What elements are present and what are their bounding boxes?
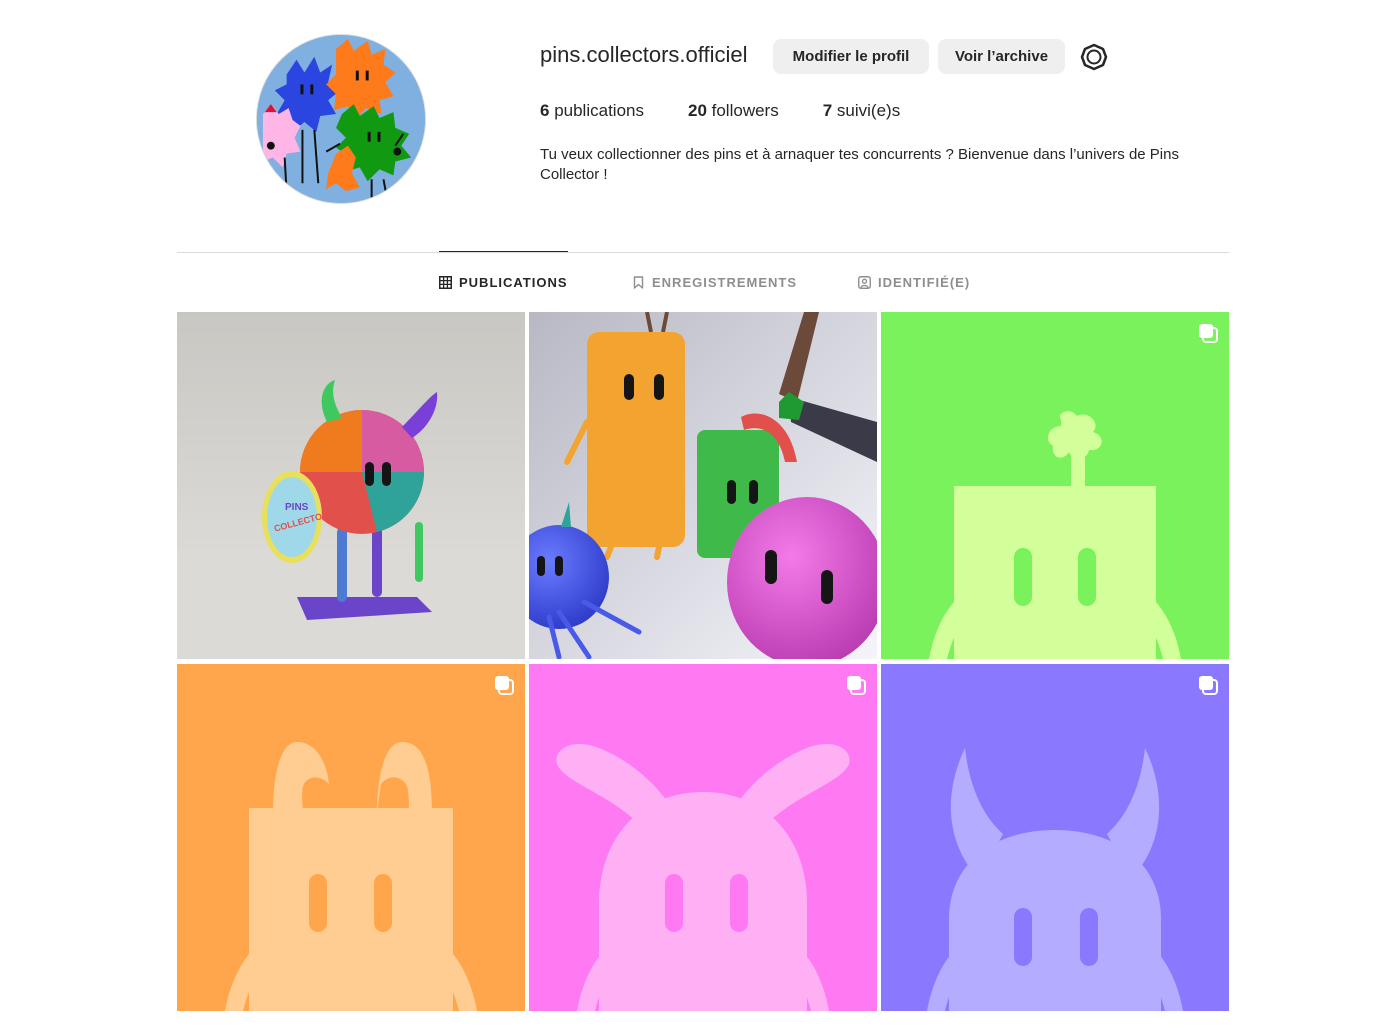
tab-label: IDENTIFIÉ(E) [878, 274, 971, 290]
posts-label: publications [549, 101, 644, 120]
post-3[interactable] [881, 312, 1229, 659]
followers-count: 20 [687, 101, 707, 120]
purple-character-silhouette [881, 664, 1229, 1011]
tagged-user-icon [858, 275, 871, 289]
tab-label: PUBLICATIONS [459, 274, 568, 290]
posts-stat: 6 publications [540, 101, 644, 121]
post-2[interactable] [529, 312, 877, 659]
tab-saved[interactable]: ENREGISTREMENTS [632, 252, 797, 312]
badge-text: PINS [285, 502, 309, 513]
post-render-image [529, 312, 877, 659]
pink-character-silhouette [529, 664, 877, 1011]
bookmark-icon [633, 275, 644, 289]
following-label: suivi(e)s [832, 101, 901, 120]
post-4[interactable] [177, 664, 525, 1011]
view-archive-button[interactable]: Voir l’archive [938, 39, 1065, 74]
followers-label: followers [706, 101, 779, 120]
post-5[interactable] [529, 664, 877, 1011]
multi-post-icon [1199, 324, 1218, 343]
post-photo-image: PINS COLLECTOR [177, 312, 525, 659]
profile-bio: Tu veux collectionner des pins et à arna… [540, 146, 1179, 183]
profile-username: pins.collectors.officiel [540, 42, 748, 67]
gear-icon[interactable] [1079, 42, 1109, 72]
multi-post-icon [495, 676, 514, 695]
grid-icon [439, 275, 452, 289]
followers-stat[interactable]: 20 followers [688, 101, 779, 121]
orange-character-silhouette [177, 664, 525, 1011]
post-6[interactable] [881, 664, 1229, 1011]
post-1[interactable]: PINS COLLECTOR [177, 312, 525, 659]
profile-avatar[interactable] [256, 34, 426, 204]
avatar-monsters-image [257, 35, 425, 203]
multi-post-icon [1199, 676, 1218, 695]
multi-post-icon [847, 676, 866, 695]
edit-profile-button[interactable]: Modifier le profil [773, 39, 929, 74]
tab-tagged[interactable]: IDENTIFIÉ(E) [858, 252, 970, 312]
profile-stats: 6 publications 20 followers 7 suivi(e)s [540, 101, 944, 121]
following-count: 7 [822, 101, 833, 120]
tab-label: ENREGISTREMENTS [652, 274, 798, 290]
green-character-silhouette [881, 312, 1229, 659]
following-stat[interactable]: 7 suivi(e)s [823, 101, 900, 121]
tab-publications[interactable]: PUBLICATIONS [439, 251, 568, 312]
